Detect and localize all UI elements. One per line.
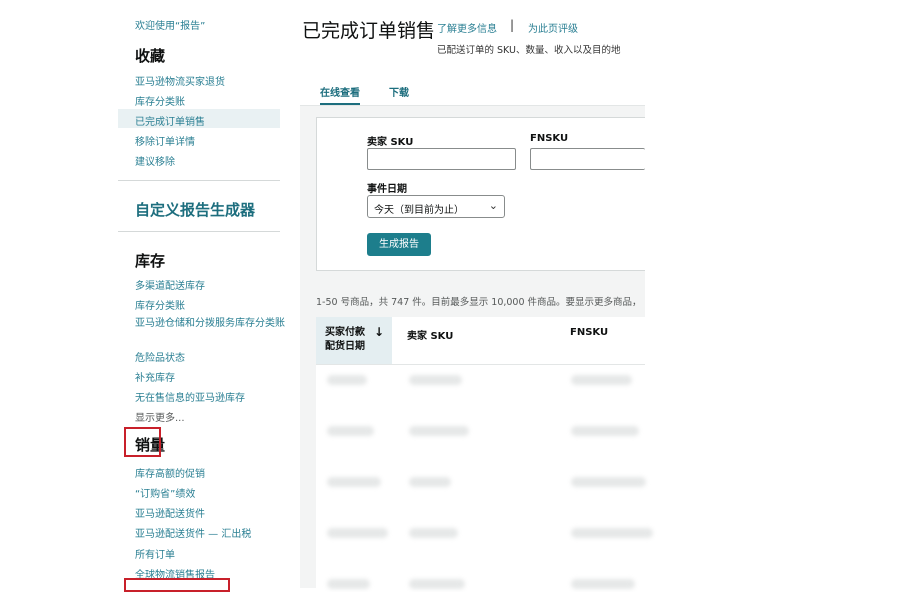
favorites-heading: 收藏: [135, 47, 166, 65]
page-title: 已完成订单销售: [302, 20, 436, 42]
sidebar-item-fba-shipments-tax[interactable]: 亚马逊配送货件 — 汇出税: [135, 525, 251, 540]
fnsku-label: FNSKU: [530, 133, 569, 144]
page-subtitle: 已配送订单的 SKU、数量、收入以及目的地: [437, 45, 621, 56]
inventory-heading: 库存: [135, 252, 166, 270]
event-date-label: 事件日期: [367, 184, 407, 195]
sidebar-item-inventory-ledger-2[interactable]: 库存分类账: [135, 297, 185, 312]
learn-more-link[interactable]: 了解更多信息: [437, 20, 497, 35]
tab-view-online[interactable]: 在线查看: [320, 84, 360, 99]
table-cell: [571, 528, 653, 538]
sales-highlight-box: [124, 427, 161, 457]
table-cell: [409, 375, 462, 385]
column-header-fnsku[interactable]: FNSKU: [570, 327, 608, 338]
event-date-value: 今天（到目前为止）: [374, 205, 464, 216]
sidebar-item-promotions[interactable]: 库存高额的促销: [135, 465, 205, 480]
welcome-link[interactable]: 欢迎使用“报告”: [135, 17, 205, 32]
sidebar-item-completed-sales[interactable]: 已完成订单销售: [135, 113, 205, 128]
table-cell: [571, 426, 639, 436]
table-cell: [327, 477, 381, 487]
sidebar-item-removal-details[interactable]: 移除订单详情: [135, 133, 195, 148]
tab-download[interactable]: 下载: [389, 84, 409, 99]
chevron-down-icon: ⌄: [488, 199, 498, 212]
sidebar-item-all-orders[interactable]: 所有订单: [135, 546, 175, 561]
generate-report-button[interactable]: 生成报告: [367, 233, 431, 256]
table-cell: [327, 375, 367, 385]
sidebar-item-mcf-inventory[interactable]: 多渠道配送库存: [135, 277, 205, 292]
sidebar-item-restock[interactable]: 补充库存: [135, 369, 175, 384]
sidebar-item-recommended-removal[interactable]: 建议移除: [135, 153, 175, 168]
arrow-down-icon[interactable]: ↓: [374, 325, 384, 339]
sidebar-item-hazmat-status[interactable]: 危险品状态: [135, 349, 185, 364]
column-header-payment-date[interactable]: 买家付款 配货日期: [325, 326, 369, 354]
table-cell: [409, 426, 469, 436]
sidebar-item-subscribe-save[interactable]: “订购省”绩效: [135, 485, 195, 500]
table-cell: [571, 477, 646, 487]
table-cell: [409, 528, 458, 538]
sidebar-divider: [118, 231, 280, 232]
custom-report-builder-link[interactable]: 自定义报告生成器: [135, 199, 255, 220]
sidebar-item-awd-ledger[interactable]: 亚马逊仓储和分拨服务库存分类账: [135, 317, 285, 330]
results-count: 1-50 号商品，共 747 件。目前最多显示 10,000 件商品。要显示更多…: [316, 297, 642, 308]
rate-page-link[interactable]: 为此页评级: [528, 20, 578, 35]
bottom-highlight-box: [124, 578, 230, 592]
table-cell: [327, 426, 374, 436]
table-cell: [327, 528, 388, 538]
seller-sku-input[interactable]: [367, 148, 516, 170]
filter-form: [316, 117, 645, 271]
sidebar-item-fba-shipments[interactable]: 亚马逊配送货件: [135, 505, 205, 520]
event-date-select[interactable]: 今天（到目前为止） ⌄: [367, 195, 505, 218]
sidebar-divider: [118, 180, 280, 181]
show-more-link[interactable]: 显示更多...: [135, 409, 185, 424]
sidebar-item-stranded-inventory[interactable]: 无在售信息的亚马逊库存: [135, 389, 245, 404]
table-cell: [409, 477, 451, 487]
sidebar-item-inventory-ledger[interactable]: 库存分类账: [135, 93, 185, 108]
table-cell: [571, 375, 632, 385]
seller-sku-label: 卖家 SKU: [367, 137, 414, 148]
fnsku-input[interactable]: [530, 148, 645, 170]
header-separator: |: [510, 18, 515, 32]
active-tab-indicator: [320, 103, 360, 105]
column-header-seller-sku[interactable]: 卖家 SKU: [407, 327, 453, 342]
sidebar-item-fba-returns[interactable]: 亚马逊物流买家退货: [135, 73, 225, 88]
